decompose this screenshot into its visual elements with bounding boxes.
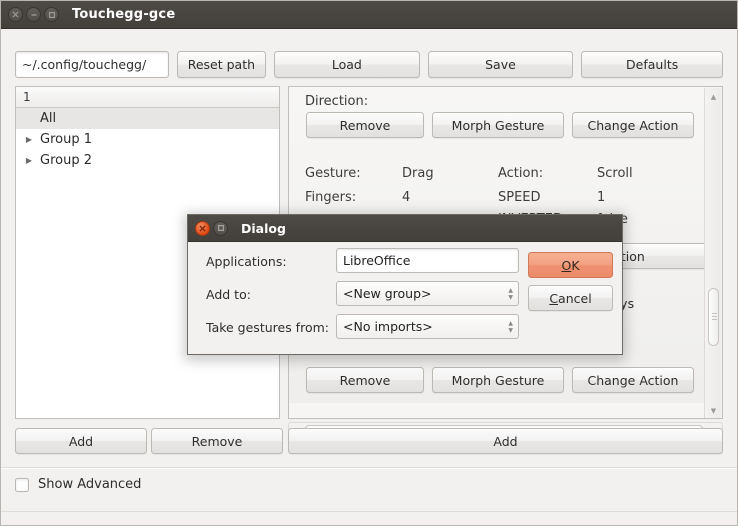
add-to-value: <New group> bbox=[343, 286, 432, 301]
tree-item-label: All bbox=[40, 111, 57, 126]
fingers-key: Fingers: bbox=[305, 190, 357, 205]
speed-key: SPEED bbox=[498, 190, 541, 205]
tree-item-label: Group 2 bbox=[40, 153, 92, 168]
tree-item-label: Group 1 bbox=[40, 132, 92, 147]
cancel-rest: ancel bbox=[558, 290, 592, 306]
maximize-icon[interactable] bbox=[44, 7, 59, 22]
divider-highlight bbox=[1, 468, 737, 469]
show-advanced-label: Show Advanced bbox=[38, 477, 142, 492]
change-action-button[interactable]: Change Action bbox=[572, 112, 694, 138]
scroll-up-icon[interactable]: ▲ bbox=[707, 90, 720, 103]
window-title: Touchegg-gce bbox=[72, 7, 176, 22]
scrollbar-grip-icon bbox=[712, 313, 717, 320]
minimize-icon[interactable] bbox=[26, 7, 41, 22]
spinner-arrows-icon[interactable]: ▲ ▼ bbox=[508, 287, 513, 300]
reset-path-button[interactable]: Reset path bbox=[176, 51, 267, 78]
window-controls bbox=[8, 7, 59, 22]
show-advanced-checkbox[interactable] bbox=[15, 477, 29, 492]
detail-vertical-scrollbar[interactable]: ▲ ▼ bbox=[704, 88, 721, 418]
dialog-ok-button[interactable]: OK bbox=[528, 252, 613, 278]
take-gestures-from-dropdown[interactable]: <No imports> ▲ ▼ bbox=[336, 314, 519, 339]
gesture-actions-row-2: Remove Morph Gesture Change Action bbox=[306, 367, 694, 393]
action-value: Scroll bbox=[597, 166, 633, 181]
tree-item-all[interactable]: ▶ All bbox=[16, 108, 279, 129]
remove-group-button[interactable]: Remove bbox=[151, 428, 283, 454]
take-gestures-from-label: Take gestures from: bbox=[206, 320, 329, 335]
change-action-button-2[interactable]: Change Action bbox=[572, 367, 694, 393]
action-key: Action: bbox=[498, 166, 544, 181]
dialog-cancel-button[interactable]: Cancel bbox=[528, 285, 613, 311]
defaults-button[interactable]: Defaults bbox=[581, 51, 724, 78]
tree-item-group-1[interactable]: ▶ Group 1 bbox=[16, 129, 279, 150]
morph-gesture-button-2[interactable]: Morph Gesture bbox=[432, 367, 564, 393]
window-titlebar: Touchegg-gce bbox=[1, 1, 737, 29]
scroll-down-icon[interactable]: ▼ bbox=[707, 404, 720, 417]
status-bar bbox=[1, 511, 737, 525]
tree-column-header[interactable]: 1 bbox=[16, 87, 279, 108]
applications-label: Applications: bbox=[206, 254, 287, 269]
dialog-close-icon[interactable] bbox=[195, 220, 210, 236]
gesture-actions-row-1: Remove Morph Gesture Change Action bbox=[306, 112, 694, 138]
morph-gesture-button[interactable]: Morph Gesture bbox=[432, 112, 564, 138]
chevron-right-icon[interactable]: ▶ bbox=[22, 156, 36, 165]
tree-rows: ▶ All ▶ Group 1 ▶ Group 2 bbox=[16, 108, 279, 171]
spinner-arrows-icon[interactable]: ▲ ▼ bbox=[508, 320, 513, 333]
cancel-mnemonic: C bbox=[549, 290, 559, 306]
dialog-window-controls bbox=[195, 220, 228, 236]
expander-icon: ▶ bbox=[22, 114, 36, 123]
speed-value: 1 bbox=[597, 190, 606, 205]
close-icon[interactable] bbox=[8, 7, 23, 22]
dialog-title: Dialog bbox=[241, 220, 286, 236]
direction-label: Direction: bbox=[305, 94, 369, 109]
fingers-value: 4 bbox=[402, 190, 411, 205]
ok-rest: K bbox=[571, 257, 580, 273]
save-button[interactable]: Save bbox=[427, 51, 574, 78]
tree-item-group-2[interactable]: ▶ Group 2 bbox=[16, 150, 279, 171]
gesture-key: Gesture: bbox=[305, 166, 361, 181]
add-gesture-button[interactable]: Add bbox=[288, 428, 723, 454]
main-window: Touchegg-gce ~/.config/touchegg/ Reset p… bbox=[0, 0, 738, 526]
add-to-label: Add to: bbox=[206, 287, 251, 302]
add-to-dropdown[interactable]: <New group> ▲ ▼ bbox=[336, 281, 519, 306]
applications-input[interactable]: LibreOffice bbox=[336, 248, 519, 273]
show-advanced-row[interactable]: Show Advanced bbox=[15, 477, 141, 492]
vertical-scrollbar-thumb[interactable] bbox=[708, 288, 719, 346]
config-path-input[interactable]: ~/.config/touchegg/ bbox=[15, 51, 169, 78]
dialog-titlebar: Dialog bbox=[188, 215, 622, 242]
chevron-right-icon[interactable]: ▶ bbox=[22, 135, 36, 144]
gesture-value: Drag bbox=[402, 166, 434, 181]
remove-gesture-button[interactable]: Remove bbox=[306, 112, 424, 138]
load-button[interactable]: Load bbox=[274, 51, 420, 78]
take-gestures-value: <No imports> bbox=[343, 319, 433, 334]
dialog-maximize-icon[interactable] bbox=[213, 220, 228, 236]
ok-mnemonic: O bbox=[561, 257, 572, 273]
top-toolbar: ~/.config/touchegg/ Reset path Load Save… bbox=[15, 51, 724, 78]
remove-gesture-button-2[interactable]: Remove bbox=[306, 367, 424, 393]
add-group-button[interactable]: Add bbox=[15, 428, 147, 454]
